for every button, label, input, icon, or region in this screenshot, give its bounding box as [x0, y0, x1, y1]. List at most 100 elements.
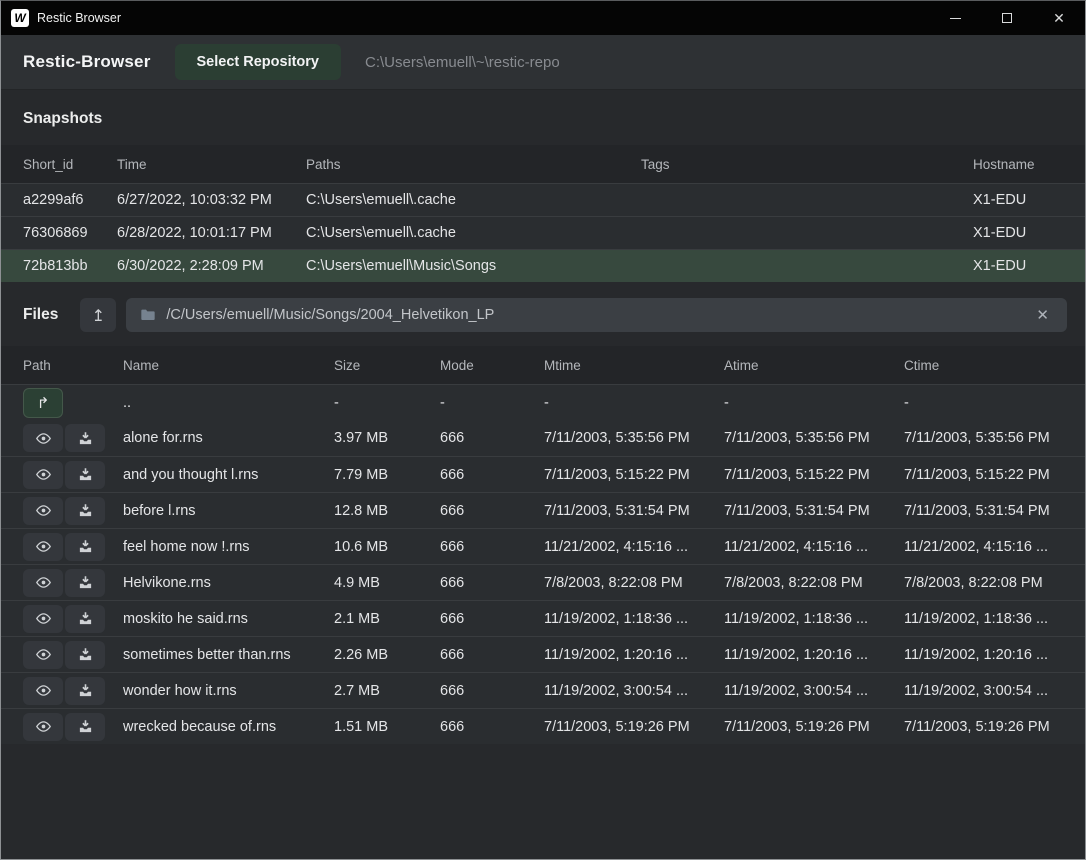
col-atime: Atime	[724, 358, 904, 373]
file-row[interactable]: moskito he said.rns 2.1 MB 666 11/19/200…	[1, 600, 1085, 636]
file-atime: 7/11/2003, 5:19:26 PM	[724, 719, 904, 735]
snapshot-time: 6/30/2022, 2:28:09 PM	[117, 258, 306, 274]
snapshot-row[interactable]: 76306869 6/28/2022, 10:01:17 PM C:\Users…	[1, 216, 1085, 249]
file-mtime: 7/8/2003, 8:22:08 PM	[544, 575, 724, 591]
path-breadcrumb[interactable]: /C/Users/emuell/Music/Songs/2004_Helveti…	[126, 298, 1067, 332]
snapshot-hostname: X1-EDU	[973, 192, 1063, 208]
col-paths: Paths	[306, 157, 641, 172]
select-repository-button[interactable]: Select Repository	[175, 44, 342, 80]
download-file-button[interactable]	[65, 569, 105, 597]
snapshot-row-selected[interactable]: 72b813bb 6/30/2022, 2:28:09 PM C:\Users\…	[1, 249, 1085, 282]
file-mode: 666	[440, 503, 544, 519]
file-size: 4.9 MB	[334, 575, 440, 591]
clear-icon: ✕	[1036, 307, 1049, 324]
view-file-button[interactable]	[23, 461, 63, 489]
repository-path: C:\Users\emuell\~\restic-repo	[365, 54, 560, 71]
breadcrumb-path-text: /C/Users/emuell/Music/Songs/2004_Helveti…	[166, 307, 1022, 323]
file-mode: 666	[440, 647, 544, 663]
snapshot-paths: C:\Users\emuell\Music\Songs	[306, 258, 641, 274]
app-logo-icon: W	[11, 9, 29, 27]
eye-icon	[35, 718, 52, 735]
snapshots-table-header: Short_id Time Paths Tags Hostname	[1, 145, 1085, 183]
download-file-button[interactable]	[65, 677, 105, 705]
file-size: 2.1 MB	[334, 611, 440, 627]
file-size: 2.7 MB	[334, 683, 440, 699]
download-file-button[interactable]	[65, 605, 105, 633]
file-row[interactable]: alone for.rns 3.97 MB 666 7/11/2003, 5:3…	[1, 420, 1085, 456]
file-name: alone for.rns	[123, 430, 334, 446]
file-row[interactable]: before l.rns 12.8 MB 666 7/11/2003, 5:31…	[1, 492, 1085, 528]
file-row[interactable]: Helvikone.rns 4.9 MB 666 7/8/2003, 8:22:…	[1, 564, 1085, 600]
view-file-button[interactable]	[23, 713, 63, 741]
snapshots-section-title: Snapshots	[1, 110, 1085, 128]
close-button[interactable]: ✕	[1033, 1, 1085, 35]
file-row[interactable]: wonder how it.rns 2.7 MB 666 11/19/2002,…	[1, 672, 1085, 708]
up-directory-button[interactable]: ↥	[80, 298, 116, 332]
download-file-button[interactable]	[65, 713, 105, 741]
download-file-button[interactable]	[65, 497, 105, 525]
eye-icon	[35, 538, 52, 555]
download-file-button[interactable]	[65, 461, 105, 489]
maximize-button[interactable]	[981, 1, 1033, 35]
file-row-actions	[23, 641, 123, 669]
file-row-actions	[23, 424, 123, 452]
col-time: Time	[117, 157, 306, 172]
file-mtime: 7/11/2003, 5:35:56 PM	[544, 430, 724, 446]
col-short-id: Short_id	[23, 157, 117, 172]
file-mode: 666	[440, 539, 544, 555]
download-file-button[interactable]	[65, 424, 105, 452]
file-size: 2.26 MB	[334, 647, 440, 663]
file-name: before l.rns	[123, 503, 334, 519]
file-mtime: 7/11/2003, 5:19:26 PM	[544, 719, 724, 735]
file-mtime: 7/11/2003, 5:15:22 PM	[544, 467, 724, 483]
col-name: Name	[123, 358, 334, 373]
view-file-button[interactable]	[23, 569, 63, 597]
eye-icon	[35, 466, 52, 483]
snapshot-short-id: a2299af6	[23, 192, 117, 208]
close-icon: ✕	[1053, 11, 1065, 25]
file-mode: 666	[440, 575, 544, 591]
snapshot-short-id: 76306869	[23, 225, 117, 241]
file-name: ..	[123, 395, 334, 411]
file-mtime: 7/11/2003, 5:31:54 PM	[544, 503, 724, 519]
file-atime: -	[724, 395, 904, 411]
view-file-button[interactable]	[23, 641, 63, 669]
go-up-button[interactable]: ↱	[23, 388, 63, 418]
file-row-actions	[23, 461, 123, 489]
file-name: sometimes better than.rns	[123, 647, 334, 663]
download-icon	[78, 539, 93, 554]
file-ctime: 7/11/2003, 5:19:26 PM	[904, 719, 1063, 735]
file-mtime: 11/21/2002, 4:15:16 ...	[544, 539, 724, 555]
download-file-button[interactable]	[65, 533, 105, 561]
file-ctime: 11/19/2002, 1:20:16 ...	[904, 647, 1063, 663]
col-hostname: Hostname	[973, 157, 1063, 172]
download-file-button[interactable]	[65, 641, 105, 669]
file-ctime: 7/11/2003, 5:15:22 PM	[904, 467, 1063, 483]
view-file-button[interactable]	[23, 605, 63, 633]
minimize-button[interactable]	[929, 1, 981, 35]
view-file-button[interactable]	[23, 497, 63, 525]
file-ctime: 11/21/2002, 4:15:16 ...	[904, 539, 1063, 555]
file-row-actions	[23, 497, 123, 525]
download-icon	[78, 683, 93, 698]
clear-path-button[interactable]: ✕	[1032, 306, 1053, 325]
file-row[interactable]: and you thought l.rns 7.79 MB 666 7/11/2…	[1, 456, 1085, 492]
file-row[interactable]: feel home now !.rns 10.6 MB 666 11/21/20…	[1, 528, 1085, 564]
file-row[interactable]: sometimes better than.rns 2.26 MB 666 11…	[1, 636, 1085, 672]
files-toolbar: Files ↥ /C/Users/emuell/Music/Songs/2004…	[1, 298, 1085, 332]
parent-directory-row[interactable]: ↱ .. - - - - -	[1, 384, 1085, 420]
view-file-button[interactable]	[23, 677, 63, 705]
file-atime: 11/21/2002, 4:15:16 ...	[724, 539, 904, 555]
download-icon	[78, 647, 93, 662]
snapshot-row[interactable]: a2299af6 6/27/2022, 10:03:32 PM C:\Users…	[1, 183, 1085, 216]
file-name: feel home now !.rns	[123, 539, 334, 555]
file-name: moskito he said.rns	[123, 611, 334, 627]
up-right-arrow-icon: ↱	[37, 394, 50, 412]
file-row-actions	[23, 713, 123, 741]
view-file-button[interactable]	[23, 424, 63, 452]
file-mode: -	[440, 395, 544, 411]
view-file-button[interactable]	[23, 533, 63, 561]
file-row[interactable]: wrecked because of.rns 1.51 MB 666 7/11/…	[1, 708, 1085, 744]
snapshot-time: 6/28/2022, 10:01:17 PM	[117, 225, 306, 241]
file-ctime: -	[904, 395, 1063, 411]
